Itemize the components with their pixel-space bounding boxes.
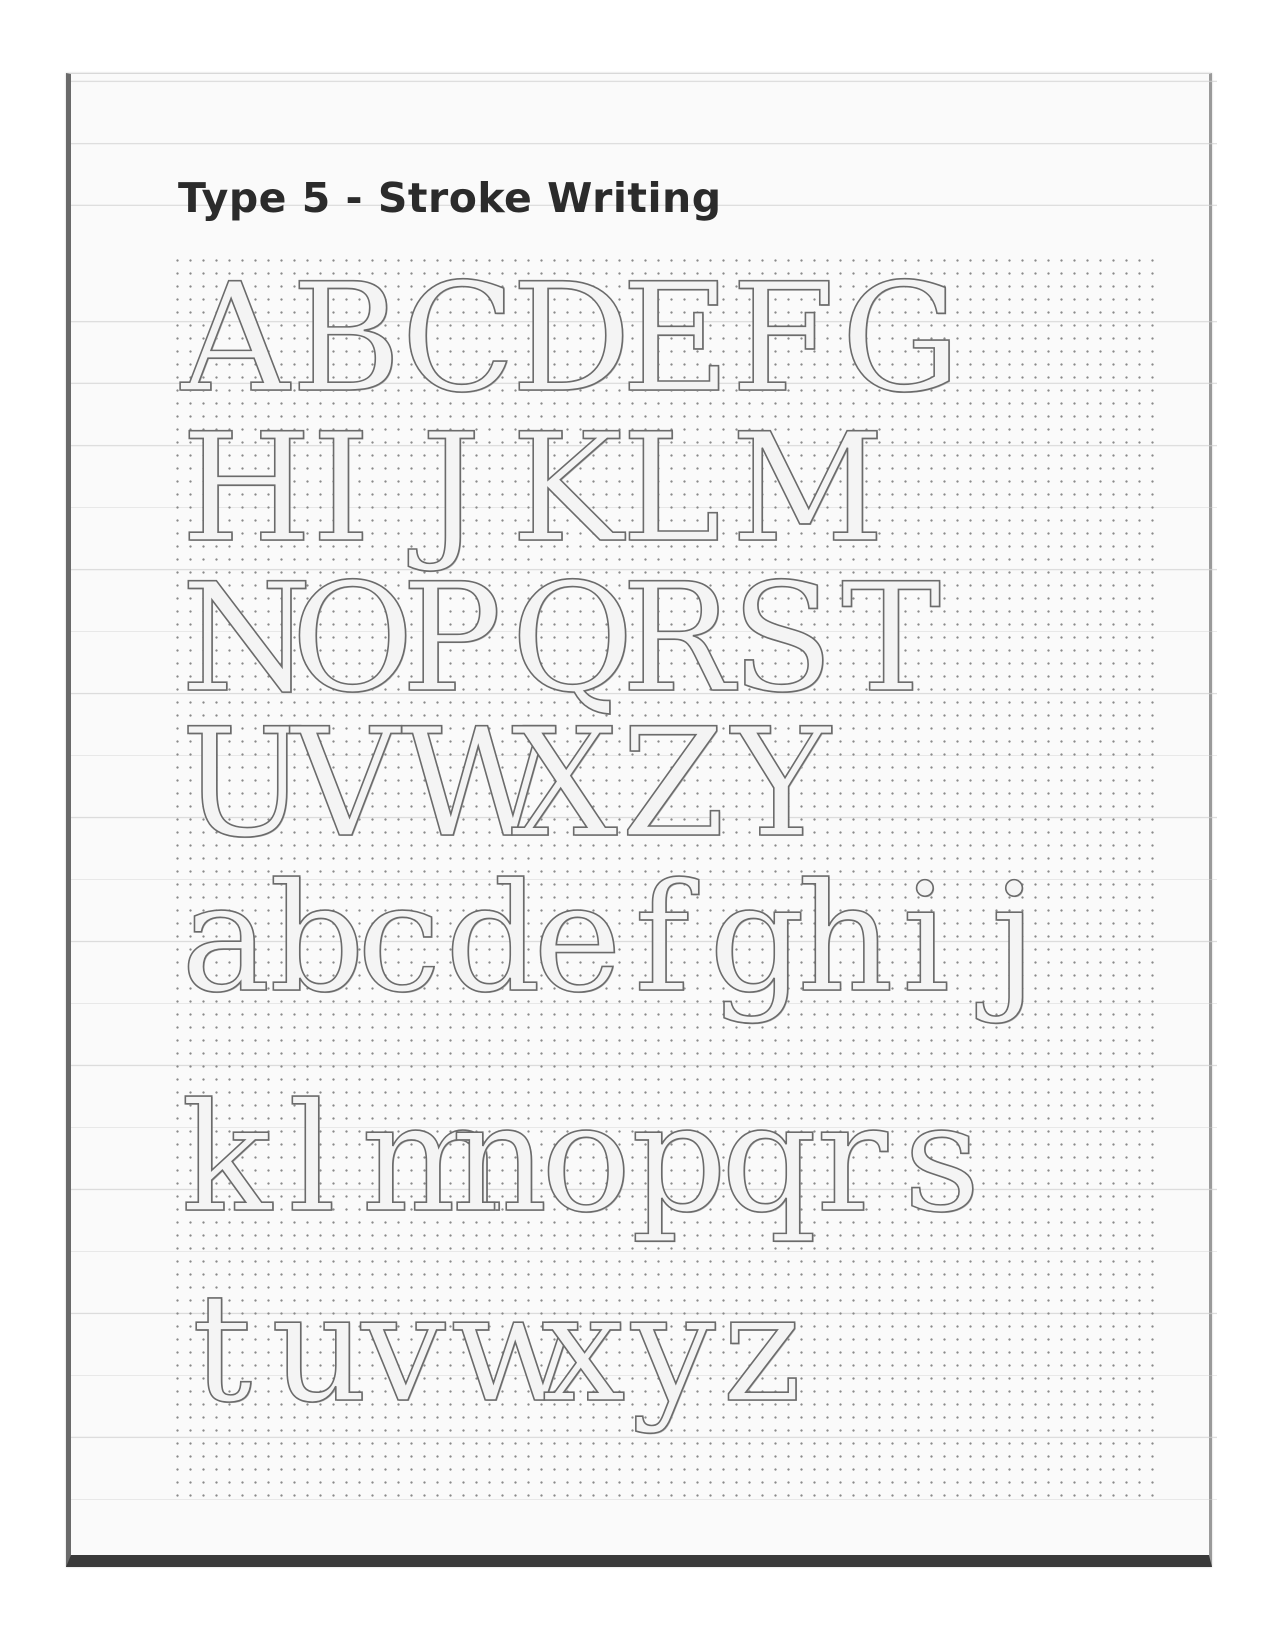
letter-J: J [420, 402, 482, 576]
lowercase-row-1: a b c d e f g h i j [180, 852, 1055, 1026]
letter-l: l [287, 1072, 337, 1246]
letter-Y: Y [731, 697, 832, 871]
letter-j: j [990, 852, 1038, 1026]
letter-r: r [815, 1072, 888, 1246]
letter-m: m [360, 1072, 504, 1246]
uppercase-row-1: A B C D E F G [180, 252, 961, 426]
letter-F: F [730, 252, 836, 426]
letter-C: C [400, 252, 516, 426]
letter-n: n [450, 1072, 548, 1246]
letter-X: X [510, 697, 618, 871]
letter-f: f [633, 852, 690, 1026]
letter-s: s [903, 1072, 982, 1246]
letter-o: o [540, 1072, 632, 1246]
letter-a: a [180, 852, 271, 1026]
letter-b: b [268, 852, 366, 1026]
letter-d: d [444, 852, 542, 1026]
letter-z: z [722, 1262, 803, 1436]
lowercase-row-3: t u v w x y z [181, 1262, 803, 1436]
letter-k: k [180, 1072, 273, 1246]
letter-e: e [532, 852, 622, 1026]
letter-T: T [840, 552, 942, 726]
letter-W: W [400, 697, 556, 871]
letter-v: v [360, 1262, 446, 1436]
letter-q: q [720, 1072, 818, 1246]
letter-c: c [356, 852, 442, 1026]
letter-G: G [840, 252, 961, 426]
letter-Z: Z [620, 697, 726, 871]
letter-R: R [620, 552, 735, 726]
letter-V: V [290, 697, 400, 871]
letter-u: u [270, 1262, 368, 1436]
letter-L: L [620, 402, 721, 576]
uppercase-row-2: H I J K L M [180, 402, 885, 576]
letter-w: w [450, 1262, 580, 1436]
letter-h: h [796, 852, 894, 1026]
letter-U: U [180, 697, 308, 871]
letter-x: x [540, 1262, 626, 1436]
lowercase-row-2: k l m n o p q r s [180, 1072, 983, 1246]
letter-t: t [191, 1262, 253, 1436]
letter-y: y [630, 1262, 716, 1436]
letter-B: B [290, 252, 402, 426]
letter-i: i [901, 852, 951, 1026]
letter-K: K [510, 402, 624, 576]
letter-I: I [311, 402, 372, 576]
letter-S: S [730, 552, 834, 726]
uppercase-row-3: N O P Q R S T [180, 552, 942, 726]
letter-P: P [400, 552, 503, 726]
letter-p: p [630, 1072, 728, 1246]
uppercase-row-4: U V W X Z Y [180, 697, 832, 871]
letter-O: O [290, 552, 415, 726]
letter-Q: Q [510, 552, 635, 726]
page-title: Type 5 - Stroke Writing [178, 174, 722, 222]
letter-E: E [620, 252, 731, 426]
letter-N: N [180, 552, 313, 726]
notebook-page: Type 5 - Stroke Writing A B C D E F G H … [66, 73, 1217, 1567]
letter-H: H [180, 402, 312, 576]
letter-g: g [708, 852, 806, 1026]
letter-A: A [180, 252, 290, 426]
letter-M: M [730, 402, 885, 576]
letter-D: D [510, 252, 632, 426]
